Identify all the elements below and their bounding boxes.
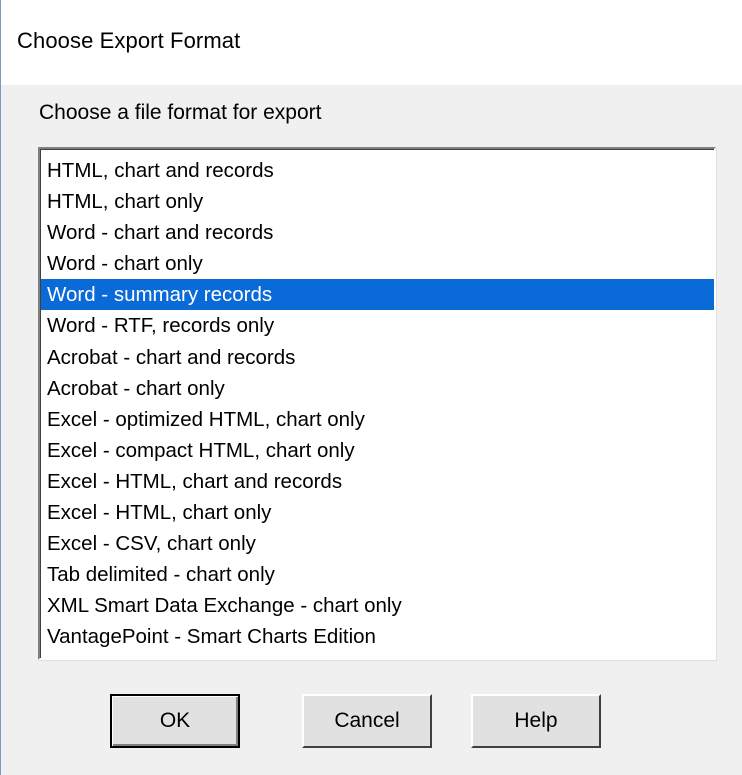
cancel-button[interactable]: Cancel xyxy=(302,694,432,748)
ok-button[interactable]: OK xyxy=(110,694,240,748)
format-list-item[interactable]: Acrobat - chart and records xyxy=(41,342,714,373)
format-list: HTML, chart and records HTML, chart only… xyxy=(40,149,714,658)
format-list-item[interactable]: Acrobat - chart only xyxy=(41,373,714,404)
format-list-item[interactable]: Tab delimited - chart only xyxy=(41,559,714,590)
help-button[interactable]: Help xyxy=(471,694,601,748)
format-list-item[interactable]: Word - chart and records xyxy=(41,217,714,248)
format-list-item[interactable]: Excel - CSV, chart only xyxy=(41,528,714,559)
format-list-item[interactable]: Excel - optimized HTML, chart only xyxy=(41,404,714,435)
format-list-item[interactable]: Excel - HTML, chart and records xyxy=(41,466,714,497)
format-list-item[interactable]: HTML, chart and records xyxy=(41,155,714,186)
format-list-item[interactable]: Excel - compact HTML, chart only xyxy=(41,435,714,466)
format-prompt-label: Choose a file format for export xyxy=(39,101,322,124)
format-listbox[interactable]: HTML, chart and records HTML, chart only… xyxy=(38,147,716,660)
cancel-button-label: Cancel xyxy=(334,709,400,732)
export-format-dialog: Choose Export Format Choose a file forma… xyxy=(0,0,742,775)
format-list-item[interactable]: Excel - HTML, chart only xyxy=(41,497,714,528)
dialog-title: Choose Export Format xyxy=(17,28,241,53)
help-button-label: Help xyxy=(514,709,558,732)
format-list-item-selected[interactable]: Word - summary records xyxy=(41,279,714,311)
format-list-item[interactable]: HTML, chart only xyxy=(41,186,714,217)
ok-button-label: OK xyxy=(159,709,191,732)
format-list-item[interactable]: Word - chart only xyxy=(41,248,714,279)
format-list-item[interactable]: Word - RTF, records only xyxy=(41,310,714,341)
format-list-item[interactable]: XML Smart Data Exchange - chart only xyxy=(41,590,714,621)
format-list-item[interactable]: VantagePoint - Smart Charts Edition xyxy=(41,621,714,652)
dialog-titlebar[interactable]: Choose Export Format xyxy=(1,0,742,85)
